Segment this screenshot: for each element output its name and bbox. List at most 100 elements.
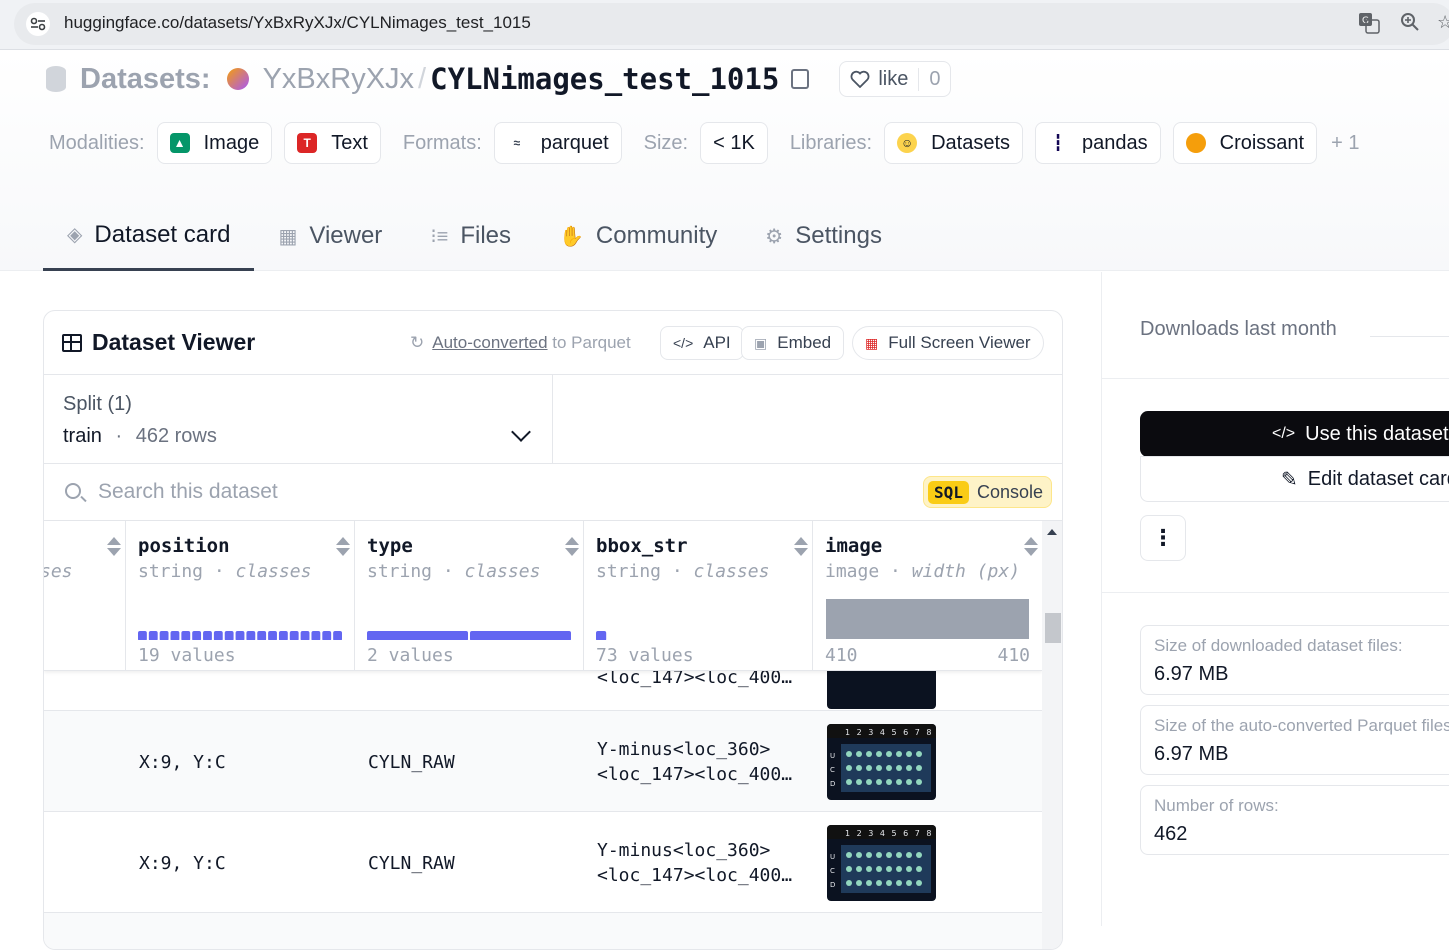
more-options-button[interactable]: ⋮ — [1140, 515, 1186, 561]
column-header-type[interactable]: type string · classes 2 values — [355, 521, 584, 671]
column-type: string — [138, 561, 204, 582]
histogram-bar[interactable] — [268, 631, 277, 640]
bbox-histogram[interactable] — [596, 630, 800, 640]
scroll-up-arrow[interactable] — [1047, 529, 1057, 535]
vertical-scrollbar[interactable] — [1042, 521, 1062, 949]
copy-icon[interactable] — [791, 69, 810, 89]
histogram-bar[interactable] — [300, 631, 310, 640]
tag-parquet[interactable]: ≈ parquet — [493, 122, 622, 164]
api-button[interactable]: </> API — [660, 326, 744, 360]
histogram-bar[interactable] — [203, 631, 212, 640]
histogram-bar[interactable] — [138, 631, 147, 640]
parquet-icon: ≈ — [513, 136, 521, 150]
owner-avatar[interactable] — [226, 68, 249, 90]
sql-console-button[interactable]: SQL Console — [923, 476, 1052, 508]
embed-icon: ▣ — [754, 334, 768, 351]
table-row[interactable]: X:9, Y:C CYLN_RAW Y-minus<loc_360> <loc_… — [44, 711, 1042, 812]
refresh-icon: ↻ — [410, 333, 425, 352]
tab-settings-label: Settings — [795, 222, 882, 249]
table-row[interactable]: X:9, Y:C CYLN_RAW Y-minus<loc_360> <loc_… — [44, 812, 1042, 913]
tab-dataset-card[interactable]: ◈ Dataset card — [43, 201, 255, 271]
dataset-name[interactable]: CYLNimages_test_1015 — [430, 62, 779, 96]
owner-link[interactable]: YxBxRyXJx — [263, 63, 414, 96]
like-button[interactable]: like 0 — [839, 61, 952, 97]
tab-settings[interactable]: ⚙ Settings — [741, 201, 906, 271]
position-histogram[interactable] — [138, 630, 342, 640]
full-screen-button[interactable]: ▦ Full Screen Viewer — [852, 326, 1044, 360]
pencil-icon: ✎ — [1281, 468, 1298, 491]
split-dot: · — [115, 425, 123, 447]
tag-pandas[interactable]: ┇ pandas — [1035, 122, 1161, 164]
zoom-icon[interactable] — [1400, 12, 1420, 37]
translate-icon[interactable]: G — [1358, 12, 1380, 39]
histogram-bar[interactable] — [289, 631, 299, 640]
text-icon: T — [297, 133, 318, 153]
column-header-image[interactable]: image image · width (px) 410 410 — [813, 521, 1042, 671]
tab-viewer[interactable]: ▦ Viewer — [254, 201, 406, 271]
histogram-bar[interactable] — [278, 631, 288, 640]
database-icon — [46, 66, 66, 92]
tag-size[interactable]: < 1K — [700, 122, 768, 164]
embed-button[interactable]: ▣ Embed — [741, 326, 845, 360]
position-cell: X:9, Y:C — [139, 853, 226, 874]
histogram-bar[interactable] — [311, 631, 321, 640]
column-kind: classes — [693, 561, 770, 582]
use-dataset-button[interactable]: </> Use this dataset — [1140, 411, 1449, 457]
search-input[interactable] — [98, 476, 858, 508]
histogram-bar[interactable] — [246, 631, 256, 640]
histogram-bar[interactable] — [213, 631, 223, 640]
tag-datasets[interactable]: ☺ Datasets — [884, 122, 1024, 164]
viewer-title-text: Dataset Viewer — [92, 329, 256, 355]
table-header: ses position string · classes 19 values … — [44, 521, 1042, 671]
url-text[interactable]: huggingface.co/datasets/YxBxRyXJx/CYLNim… — [64, 13, 531, 33]
histogram-bar[interactable] — [235, 631, 245, 640]
image-width-histogram[interactable] — [826, 599, 1029, 639]
tag-image[interactable]: ▲ Image — [156, 122, 273, 164]
column-header-bbox-str[interactable]: bbox_str string · classes 73 values — [584, 521, 813, 671]
histogram-bar[interactable] — [257, 631, 267, 640]
histogram-bar[interactable] — [192, 631, 202, 640]
column-name: type — [367, 535, 413, 557]
site-settings-icon[interactable] — [26, 12, 50, 36]
stat-value: 6.97 MB — [1154, 743, 1229, 765]
histogram-bar[interactable] — [170, 631, 180, 640]
histogram-bar[interactable] — [596, 631, 607, 640]
more-tags[interactable]: + 1 — [1331, 132, 1359, 155]
histogram-bar[interactable] — [322, 631, 332, 640]
image-thumbnail[interactable]: 1 2 3 4 5 6 7 8 9 U C D — [827, 724, 936, 800]
chevron-down-icon[interactable] — [511, 422, 531, 442]
browser-bar: huggingface.co/datasets/YxBxRyXJx/CYLNim… — [0, 0, 1449, 50]
histogram-bar[interactable] — [148, 631, 158, 640]
histogram-bar[interactable] — [333, 631, 342, 640]
stat-num-rows: Number of rows: 462 — [1140, 785, 1449, 855]
thumb-top-label: 1 2 3 4 5 6 7 8 9 — [845, 728, 936, 737]
histogram-bar[interactable] — [224, 631, 234, 640]
column-header-classes[interactable]: ses — [44, 521, 126, 671]
edit-card-button[interactable]: ✎ Edit dataset card — [1140, 456, 1449, 502]
modalities-label: Modalities: — [49, 131, 145, 154]
column-kind: width (px) — [911, 561, 1021, 582]
bookmark-star-icon[interactable]: ☆ — [1437, 12, 1449, 33]
image-thumbnail[interactable]: 1 2 3 4 5 6 7 8 9 U C D — [827, 825, 936, 901]
type-histogram[interactable] — [367, 630, 571, 640]
tag-croissant[interactable]: Croissant — [1172, 122, 1318, 164]
split-selector[interactable]: Split (1) train · 462 rows — [44, 375, 553, 464]
auto-converted-link[interactable]: Auto-converted — [432, 333, 547, 352]
split-rows: 462 rows — [135, 425, 217, 447]
histogram-bar[interactable] — [159, 631, 169, 640]
type-cell: CYLN_RAW — [368, 752, 455, 773]
tag-text[interactable]: T Text — [284, 122, 381, 164]
histogram-bar[interactable] — [470, 631, 571, 640]
table-row[interactable] — [44, 913, 1042, 949]
column-stat: 73 values — [596, 645, 694, 666]
tag-size-value: < 1K — [713, 131, 755, 154]
auto-converted-rest: to Parquet — [547, 333, 631, 352]
tab-files[interactable]: ⁝≡ Files — [406, 201, 535, 271]
tab-community[interactable]: ✋ Community — [535, 201, 741, 271]
histogram-bar[interactable] — [181, 631, 191, 640]
histogram-bar[interactable] — [367, 631, 468, 640]
stat-label: Size of downloaded dataset files: — [1154, 636, 1403, 655]
tag-image-label: Image — [203, 131, 260, 154]
column-header-position[interactable]: position string · classes 19 values — [126, 521, 355, 671]
scrollbar-thumb[interactable] — [1045, 613, 1061, 643]
